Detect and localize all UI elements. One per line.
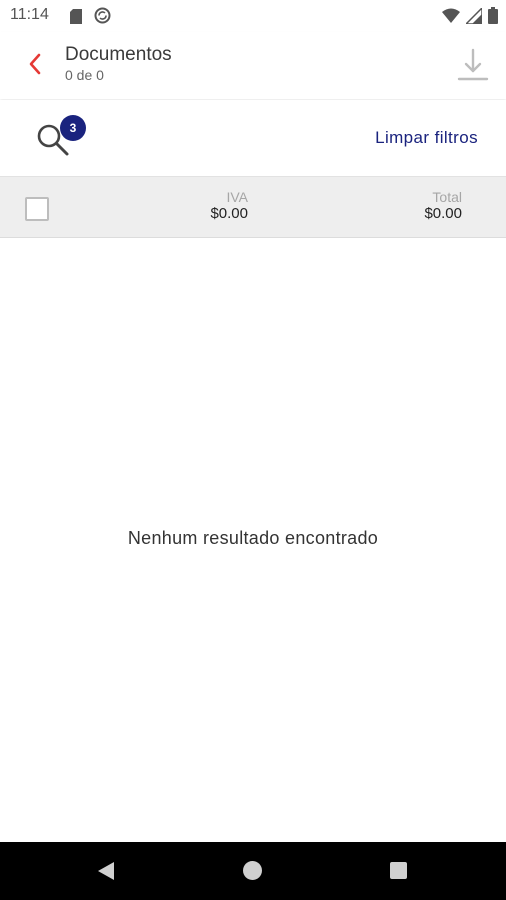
back-triangle-icon[interactable] — [96, 860, 116, 882]
home-circle-icon[interactable] — [243, 861, 262, 880]
screen: 11:14 Documentos 0 de 0 Limpar filtros 3… — [0, 0, 506, 900]
app-header: Documentos 0 de 0 — [0, 32, 506, 99]
page-subtitle: 0 de 0 — [65, 67, 104, 83]
status-right-icons — [442, 7, 498, 24]
iva-summary: IVA $0.00 — [210, 189, 248, 223]
total-value: $0.00 — [424, 205, 462, 222]
empty-state-message: Nenhum resultado encontrado — [127, 528, 379, 548]
sync-icon — [94, 7, 111, 24]
select-all-checkbox[interactable] — [25, 197, 49, 221]
recents-square-icon[interactable] — [390, 862, 407, 879]
download-icon[interactable] — [456, 46, 490, 84]
iva-value: $0.00 — [210, 205, 248, 222]
status-time: 11:14 — [10, 6, 49, 23]
wifi-icon — [442, 8, 460, 23]
summary-bar: IVA $0.00 Total $0.00 — [0, 176, 506, 238]
navigation-bar — [0, 842, 506, 900]
total-label: Total — [432, 189, 462, 205]
battery-icon — [488, 7, 498, 24]
total-summary: Total $0.00 — [424, 189, 462, 223]
page-title: Documentos — [65, 44, 172, 65]
clear-filters-link[interactable]: Limpar filtros — [375, 128, 478, 148]
iva-label: IVA — [226, 189, 248, 205]
filter-count-badge: 3 — [60, 115, 86, 141]
status-bar: 11:14 — [0, 0, 506, 32]
signal-icon — [466, 7, 482, 24]
chevron-left-icon[interactable] — [22, 50, 50, 78]
sd-card-icon — [70, 9, 82, 24]
